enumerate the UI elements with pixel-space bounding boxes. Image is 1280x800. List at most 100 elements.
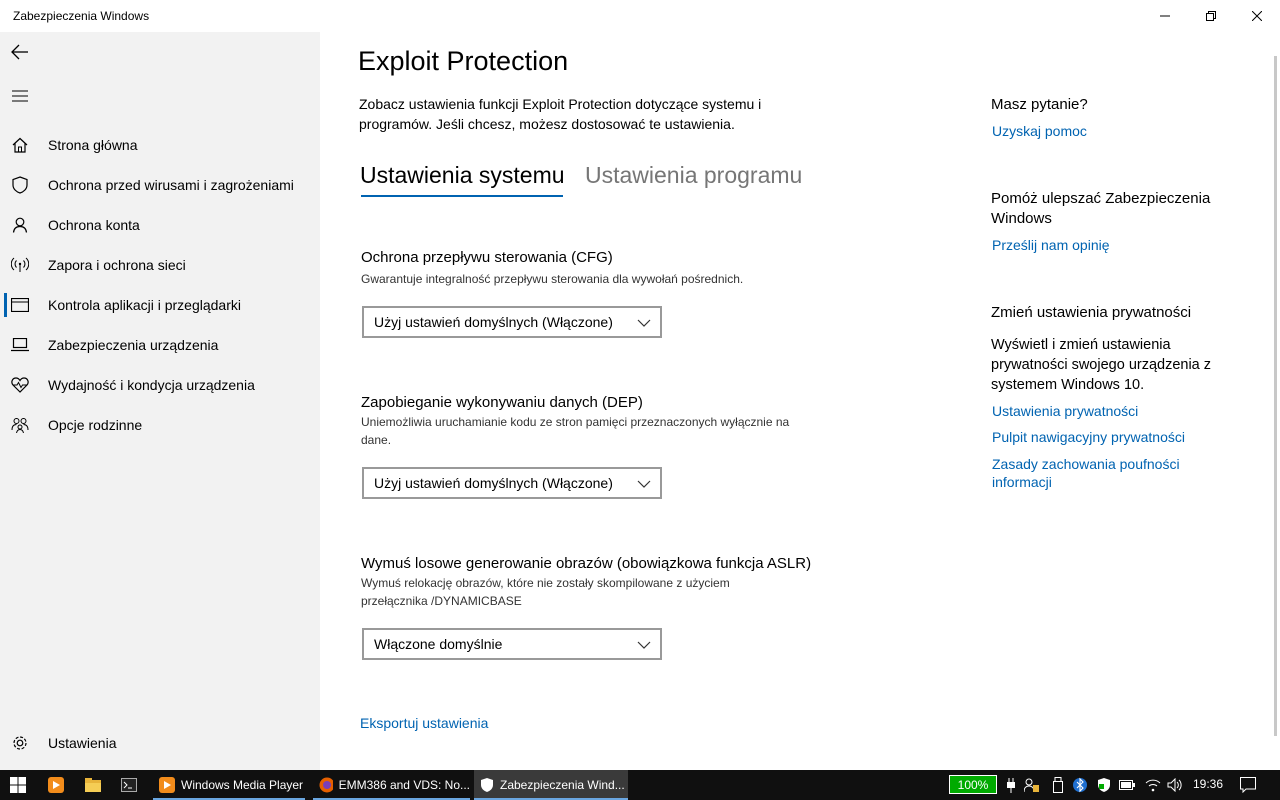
aslr-dropdown[interactable]: Włączone domyślnie <box>362 628 662 660</box>
tab-program-settings[interactable]: Ustawienia programu <box>585 162 802 189</box>
sidebar-item-firewall[interactable]: Zapora i ochrona sieci <box>0 245 320 285</box>
dropdown-value: Użyj ustawień domyślnych (Włączone) <box>374 475 613 491</box>
media-player-icon <box>48 777 64 793</box>
volume-icon[interactable] <box>1167 776 1183 794</box>
question-heading: Masz pytanie? <box>991 96 1088 113</box>
taskbar-app-windows-security[interactable]: Zabezpieczenia Wind... <box>474 770 628 800</box>
pinned-file-explorer[interactable] <box>85 770 103 800</box>
section-title-aslr: Wymuś losowe generowanie obrazów (obowią… <box>361 555 812 572</box>
window-title: Zabezpieczenia Windows <box>13 9 150 23</box>
heart-icon <box>0 365 40 405</box>
chevron-down-icon <box>637 319 651 327</box>
sidebar-item-performance[interactable]: Wydajność i kondycja urządzenia <box>0 365 320 405</box>
sidebar-item-device-security[interactable]: Zabezpieczenia urządzenia <box>0 325 320 365</box>
sidebar-item-home[interactable]: Strona główna <box>0 125 320 165</box>
active-tab-indicator <box>361 195 563 197</box>
battery-indicator[interactable]: 100% <box>949 775 997 794</box>
firefox-icon <box>319 777 333 793</box>
taskbar-clock[interactable]: 19:36 <box>1193 777 1223 791</box>
wireless-icon <box>0 245 40 285</box>
get-help-link[interactable]: Uzyskaj pomoc <box>992 122 1212 140</box>
back-arrow-icon <box>11 44 28 60</box>
wifi-icon[interactable] <box>1145 776 1161 794</box>
main-content: Exploit Protection Zobacz ustawienia fun… <box>320 32 960 770</box>
sidebar-item-label: Ochrona konta <box>48 217 140 233</box>
section-title-cfg: Ochrona przepływu sterowania (CFG) <box>361 249 613 266</box>
sidebar-item-label: Ochrona przed wirusami i zagrożeniami <box>48 177 294 193</box>
sidebar-item-label: Opcje rodzinne <box>48 417 143 433</box>
windows-logo-icon <box>10 777 26 793</box>
laptop-icon <box>0 325 40 365</box>
sidebar-item-label: Kontrola aplikacji i przeglądarki <box>48 297 241 313</box>
section-description-dep: Uniemożliwia uruchamianie kodu ze stron … <box>361 415 790 447</box>
title-bar: Zabezpieczenia Windows <box>0 0 1280 32</box>
restore-icon <box>1206 11 1216 21</box>
start-button[interactable] <box>10 770 30 800</box>
privacy-settings-link[interactable]: Ustawienia prywatności <box>992 402 1212 420</box>
app-browser-icon <box>0 285 40 325</box>
page-description: Zobacz ustawienia funkcji Exploit Protec… <box>359 96 762 132</box>
section-title-dep: Zapobieganie wykonywaniu danych (DEP) <box>361 394 643 411</box>
right-panel: Masz pytanie? Uzyskaj pomoc Pomóż ulepsz… <box>960 32 1270 770</box>
cfg-dropdown[interactable]: Użyj ustawień domyślnych (Włączone) <box>362 306 662 338</box>
close-icon <box>1252 11 1262 21</box>
shield-icon <box>481 778 493 792</box>
dep-dropdown[interactable]: Użyj ustawień domyślnych (Włączone) <box>362 467 662 499</box>
sidebar: Strona główna Ochrona przed wirusami i z… <box>0 32 320 770</box>
dropdown-value: Włączone domyślnie <box>374 636 503 652</box>
folder-icon <box>85 778 101 792</box>
sidebar-item-label: Wydajność i kondycja urządzenia <box>48 377 255 393</box>
family-icon <box>0 405 40 445</box>
sidebar-item-label: Zapora i ochrona sieci <box>48 257 186 273</box>
taskbar-app-media-player[interactable]: Windows Media Player <box>153 770 305 800</box>
scrollbar[interactable] <box>1274 56 1277 736</box>
notifications-icon[interactable] <box>1240 776 1256 794</box>
privacy-statement-link[interactable]: Zasady zachowania poufności informacji <box>992 455 1212 491</box>
improve-heading: Pomóż ulepszać Zabezpieczenia Windows <box>991 190 1211 227</box>
section-description-cfg: Gwarantuje integralność przepływu sterow… <box>361 272 744 286</box>
feedback-link[interactable]: Prześlij nam opinię <box>992 236 1212 254</box>
privacy-description: Wyświetl i zmień ustawienia prywatności … <box>991 337 1212 393</box>
home-icon <box>0 125 40 165</box>
sidebar-item-family[interactable]: Opcje rodzinne <box>0 405 320 445</box>
menu-button[interactable] <box>0 76 40 116</box>
privacy-dashboard-link[interactable]: Pulpit nawigacyjny prywatności <box>992 428 1212 446</box>
dropdown-value: Użyj ustawień domyślnych (Włączone) <box>374 314 613 330</box>
chevron-down-icon <box>637 641 651 649</box>
pinned-terminal[interactable] <box>121 770 139 800</box>
close-button[interactable] <box>1234 0 1280 32</box>
taskbar: Windows Media Player EMM386 and VDS: No.… <box>0 770 1280 800</box>
restore-button[interactable] <box>1188 0 1234 32</box>
battery-icon[interactable] <box>1119 776 1135 794</box>
power-plug-icon[interactable] <box>1003 776 1019 794</box>
media-player-icon <box>159 777 175 793</box>
minimize-button[interactable] <box>1142 0 1188 32</box>
shield-icon <box>0 165 40 205</box>
sidebar-item-virus-protection[interactable]: Ochrona przed wirusami i zagrożeniami <box>0 165 320 205</box>
tab-system-settings[interactable]: Ustawienia systemu <box>360 162 565 189</box>
settings-label: Ustawienia <box>48 735 117 751</box>
people-icon[interactable] <box>1024 776 1040 794</box>
privacy-heading: Zmień ustawienia prywatności <box>991 304 1192 321</box>
back-button[interactable] <box>0 32 40 72</box>
taskbar-app-label: Zabezpieczenia Wind... <box>500 778 625 792</box>
bluetooth-icon[interactable] <box>1072 776 1088 794</box>
gear-icon <box>0 723 40 763</box>
taskbar-app-firefox[interactable]: EMM386 and VDS: No... <box>313 770 470 800</box>
security-shield-icon[interactable] <box>1096 776 1112 794</box>
sidebar-item-account[interactable]: Ochrona konta <box>0 205 320 245</box>
terminal-icon <box>121 778 137 792</box>
sidebar-item-settings[interactable]: Ustawienia <box>0 723 320 763</box>
hamburger-icon <box>12 90 28 102</box>
taskbar-app-label: Windows Media Player <box>181 778 304 792</box>
usb-drive-icon[interactable] <box>1050 776 1066 794</box>
section-description-aslr: Wymuś relokację obrazów, które nie zosta… <box>361 576 730 608</box>
sidebar-item-label: Zabezpieczenia urządzenia <box>48 337 219 353</box>
minimize-icon <box>1160 15 1170 17</box>
export-settings-link[interactable]: Eksportuj ustawienia <box>360 715 488 731</box>
person-icon <box>0 205 40 245</box>
page-title: Exploit Protection <box>358 46 569 76</box>
chevron-down-icon <box>637 480 651 488</box>
sidebar-item-app-browser[interactable]: Kontrola aplikacji i przeglądarki <box>0 285 320 325</box>
pinned-media-player[interactable] <box>48 770 66 800</box>
